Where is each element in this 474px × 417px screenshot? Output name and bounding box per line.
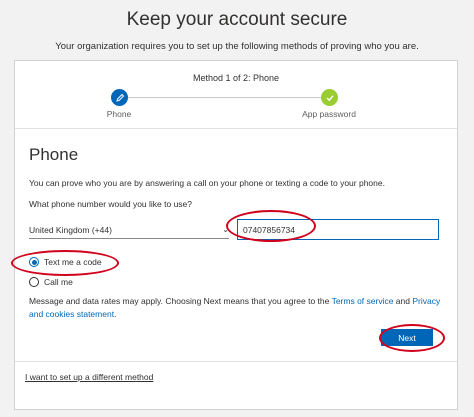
different-method-link[interactable]: I want to set up a different method [25,372,153,382]
option-text-me-a-code[interactable]: Text me a code [29,257,102,267]
bottom-divider [15,361,457,362]
step-label: Method 1 of 2: Phone [192,73,280,83]
step-phone-indicator [111,89,128,106]
country-select[interactable]: United Kingdom (+44) ⌄ [29,221,229,239]
country-select-value: United Kingdom (+44) [29,224,112,235]
legal-and: and [393,296,413,306]
radio-text-me-a-code[interactable] [29,257,39,267]
legal-notice: Message and data rates may apply. Choosi… [29,295,445,321]
pencil-icon [115,93,124,102]
method-description: You can prove who you are by answering a… [29,178,385,188]
checkmark-icon [326,94,334,101]
radio-call-me[interactable] [29,277,39,287]
progress-line [119,97,329,98]
step-app-password-name: App password [302,109,356,119]
setup-card: Method 1 of 2: Phone Phone App password … [14,60,458,410]
phone-number-input[interactable] [237,219,439,240]
next-button[interactable]: Next [381,329,433,346]
option-call-me[interactable]: Call me [29,277,73,287]
section-title: Phone [29,145,79,164]
page-subtitle: Your organization requires you to set up… [55,41,419,52]
step-app-password-indicator [321,89,338,106]
step-phone-name: Phone [106,109,132,119]
terms-of-service-link[interactable]: Terms of service [332,296,394,306]
option-call-label: Call me [44,277,73,287]
chevron-down-icon: ⌄ [222,225,229,234]
legal-suffix: . [114,309,117,319]
legal-text: Message and data rates may apply. Choosi… [29,296,332,306]
divider [15,128,457,129]
phone-question: What phone number would you like to use? [29,199,193,209]
option-text-label: Text me a code [44,257,102,267]
page-title: Keep your account secure [126,9,348,30]
